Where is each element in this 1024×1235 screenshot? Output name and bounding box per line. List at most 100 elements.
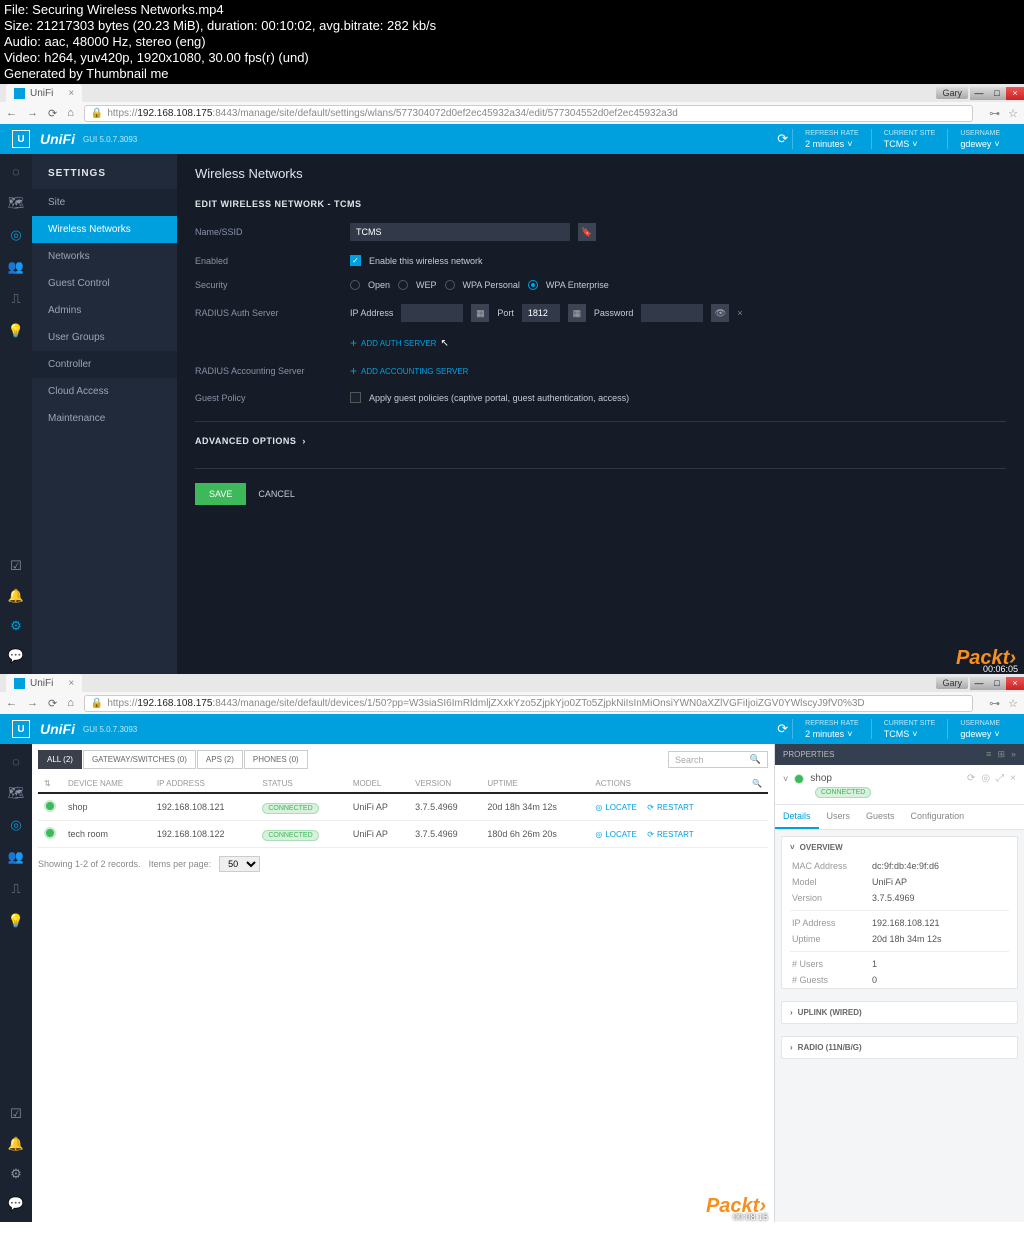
eye-icon[interactable]: 👁 <box>711 304 729 322</box>
locate-link[interactable]: ◎LOCATE <box>595 830 636 839</box>
window-close-button[interactable]: × <box>1006 677 1024 690</box>
browser-tab[interactable]: UniFi × <box>6 84 82 102</box>
window-maximize-button[interactable]: □ <box>988 677 1006 690</box>
nav-admins[interactable]: Admins <box>32 297 177 324</box>
settings-icon[interactable]: ⚙ <box>10 618 22 634</box>
restart-link[interactable]: ⟳RESTART <box>647 830 693 839</box>
map-icon[interactable]: 🗺 <box>8 785 25 801</box>
grid-view-icon[interactable]: ⊞ <box>997 749 1005 760</box>
col-status-dot[interactable]: ⇅ <box>38 775 62 793</box>
nav-cloud-access[interactable]: Cloud Access <box>32 378 177 405</box>
ssid-input[interactable] <box>350 223 570 241</box>
chevron-down-icon[interactable]: ˅ <box>783 774 788 784</box>
key-icon[interactable]: ⊶ <box>989 697 1000 710</box>
reload-icon[interactable]: ⟳ <box>48 107 57 120</box>
tab-close-icon[interactable]: × <box>68 88 74 99</box>
tab-close-icon[interactable]: × <box>68 678 74 689</box>
add-accounting-server-link[interactable]: +ADD ACCOUNTING SERVER <box>350 364 468 378</box>
alerts-icon[interactable]: 🔔 <box>8 1136 24 1152</box>
refresh-icon[interactable]: ⟳ <box>777 131 788 147</box>
chat-icon[interactable]: 💬 <box>8 648 24 664</box>
window-minimize-button[interactable]: — <box>970 677 988 690</box>
events-icon[interactable]: ☑ <box>10 558 22 574</box>
advanced-options-toggle[interactable]: ADVANCED OPTIONS › <box>195 421 1006 446</box>
refresh-icon[interactable]: ⟳ <box>777 721 788 737</box>
radius-port-input[interactable] <box>522 304 560 322</box>
radius-password-input[interactable] <box>641 304 703 322</box>
events-icon[interactable]: ☑ <box>10 1106 22 1122</box>
collapse-all-icon[interactable]: » <box>1011 749 1016 760</box>
nav-user-groups[interactable]: User Groups <box>32 324 177 351</box>
col-device-name[interactable]: DEVICE NAME <box>62 775 151 793</box>
nav-site[interactable]: Site <box>32 189 177 216</box>
dashboard-icon[interactable]: ◌ <box>12 754 20 769</box>
radius-ip-input[interactable] <box>401 304 463 322</box>
col-settings-icon[interactable]: 🔍 <box>746 775 768 793</box>
locate-icon[interactable]: ◎ <box>981 773 990 784</box>
key-icon[interactable]: ⊶ <box>989 107 1000 120</box>
security-open-radio[interactable] <box>350 280 360 290</box>
nav-networks[interactable]: Networks <box>32 243 177 270</box>
devices-icon[interactable]: ◎ <box>10 817 21 833</box>
chat-icon[interactable]: 💬 <box>8 1196 24 1212</box>
filter-aps[interactable]: APS (2) <box>197 750 243 769</box>
refresh-rate-selector[interactable]: REFRESH RATE 2 minutes˅ <box>792 129 871 149</box>
reload-icon[interactable]: ⟳ <box>48 697 57 710</box>
username-selector[interactable]: USERNAME gdewey˅ <box>947 719 1012 739</box>
refresh-rate-selector[interactable]: REFRESH RATE 2 minutes˅ <box>792 719 871 739</box>
stats-icon[interactable]: ⎍ <box>11 291 20 307</box>
clients-icon[interactable]: 👥 <box>8 849 24 865</box>
col-status[interactable]: STATUS <box>256 775 347 793</box>
save-button[interactable]: SAVE <box>195 483 246 505</box>
back-icon[interactable]: ← <box>6 107 17 119</box>
filter-all[interactable]: ALL (2) <box>38 750 82 769</box>
remove-server-icon[interactable]: × <box>737 308 742 318</box>
home-icon[interactable]: ⌂ <box>67 107 74 119</box>
expand-icon[interactable]: ⤢ <box>996 773 1004 784</box>
star-icon[interactable]: ☆ <box>1008 697 1018 710</box>
col-ip[interactable]: IP ADDRESS <box>151 775 256 793</box>
locate-link[interactable]: ◎LOCATE <box>595 803 636 812</box>
current-site-selector[interactable]: CURRENT SITE TCMS˅ <box>871 719 948 739</box>
guest-policy-checkbox[interactable] <box>350 392 361 403</box>
table-row[interactable]: shop 192.168.108.121 CONNECTED UniFi AP … <box>38 793 768 821</box>
url-input[interactable]: 🔒 https://192.168.108.175:8443/manage/si… <box>84 105 973 122</box>
forward-icon[interactable]: → <box>27 107 38 119</box>
devices-icon[interactable]: ◎ <box>10 227 21 243</box>
add-auth-server-link[interactable]: +ADD AUTH SERVER↖ <box>350 336 449 350</box>
radio-card[interactable]: ›RADIO (11N/B/G) <box>781 1036 1018 1059</box>
nav-guest-control[interactable]: Guest Control <box>32 270 177 297</box>
close-icon[interactable]: × <box>1010 773 1016 784</box>
map-icon[interactable]: 🗺 <box>8 195 25 211</box>
nav-controller[interactable]: Controller <box>32 351 177 378</box>
filter-phones[interactable]: PHONES (0) <box>244 750 308 769</box>
restart-link[interactable]: ⟳RESTART <box>647 803 693 812</box>
table-row[interactable]: tech room 192.168.108.122 CONNECTED UniF… <box>38 821 768 848</box>
window-minimize-button[interactable]: — <box>970 87 988 100</box>
cancel-button[interactable]: CANCEL <box>258 483 295 505</box>
list-view-icon[interactable]: ≡ <box>986 749 991 760</box>
security-wpa-personal-radio[interactable] <box>445 280 455 290</box>
forward-icon[interactable]: → <box>27 697 38 709</box>
tag-icon[interactable]: 🔖 <box>578 223 596 241</box>
dashboard-icon[interactable]: ◌ <box>12 164 20 179</box>
back-icon[interactable]: ← <box>6 697 17 709</box>
clients-icon[interactable]: 👥 <box>8 259 24 275</box>
enabled-checkbox[interactable]: ✓ <box>350 255 361 266</box>
search-input[interactable]: Search 🔍 <box>668 751 768 768</box>
tab-details[interactable]: Details <box>775 805 819 829</box>
items-per-page-select[interactable]: 50 <box>219 856 260 872</box>
username-selector[interactable]: USERNAME gdewey˅ <box>947 129 1012 149</box>
star-icon[interactable]: ☆ <box>1008 107 1018 120</box>
filter-gateway-switches[interactable]: GATEWAY/SWITCHES (0) <box>83 750 196 769</box>
insights-icon[interactable]: 💡 <box>8 913 24 929</box>
settings-icon[interactable]: ⚙ <box>10 1166 22 1182</box>
home-icon[interactable]: ⌂ <box>67 697 74 709</box>
col-model[interactable]: MODEL <box>347 775 409 793</box>
security-wep-radio[interactable] <box>398 280 408 290</box>
restart-icon[interactable]: ⟳ <box>967 773 975 784</box>
uplink-card[interactable]: ›UPLINK (WIRED) <box>781 1001 1018 1024</box>
overview-toggle[interactable]: ˅OVERVIEW <box>782 837 1017 858</box>
tab-configuration[interactable]: Configuration <box>903 805 973 829</box>
tab-guests[interactable]: Guests <box>858 805 903 829</box>
